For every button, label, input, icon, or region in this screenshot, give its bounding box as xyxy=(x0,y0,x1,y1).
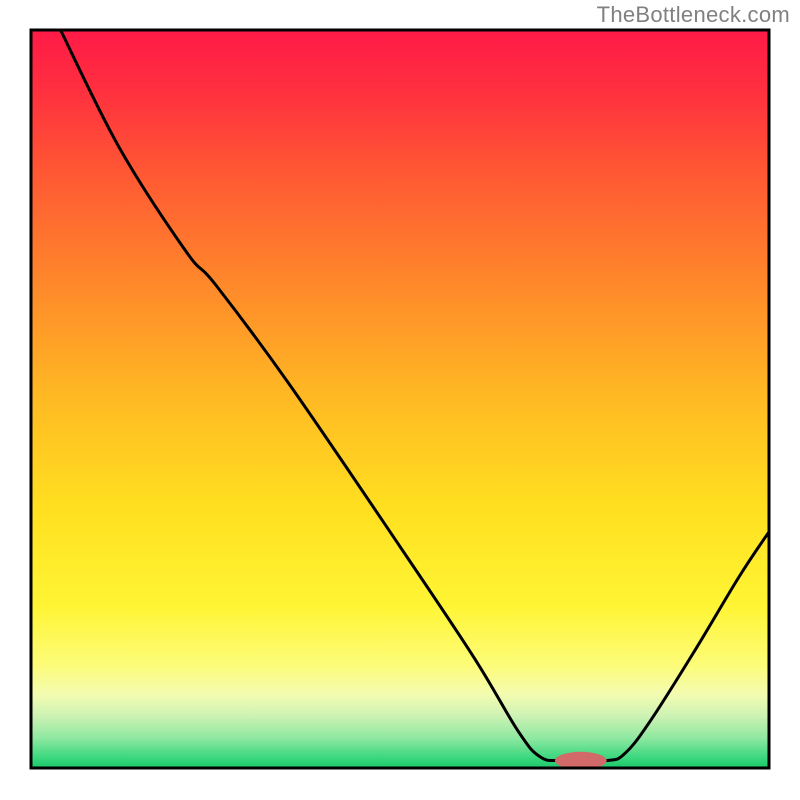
bottleneck-chart xyxy=(0,0,800,800)
chart-container: { "watermark": "TheBottleneck.com", "cha… xyxy=(0,0,800,800)
watermark-text: TheBottleneck.com xyxy=(597,2,790,28)
